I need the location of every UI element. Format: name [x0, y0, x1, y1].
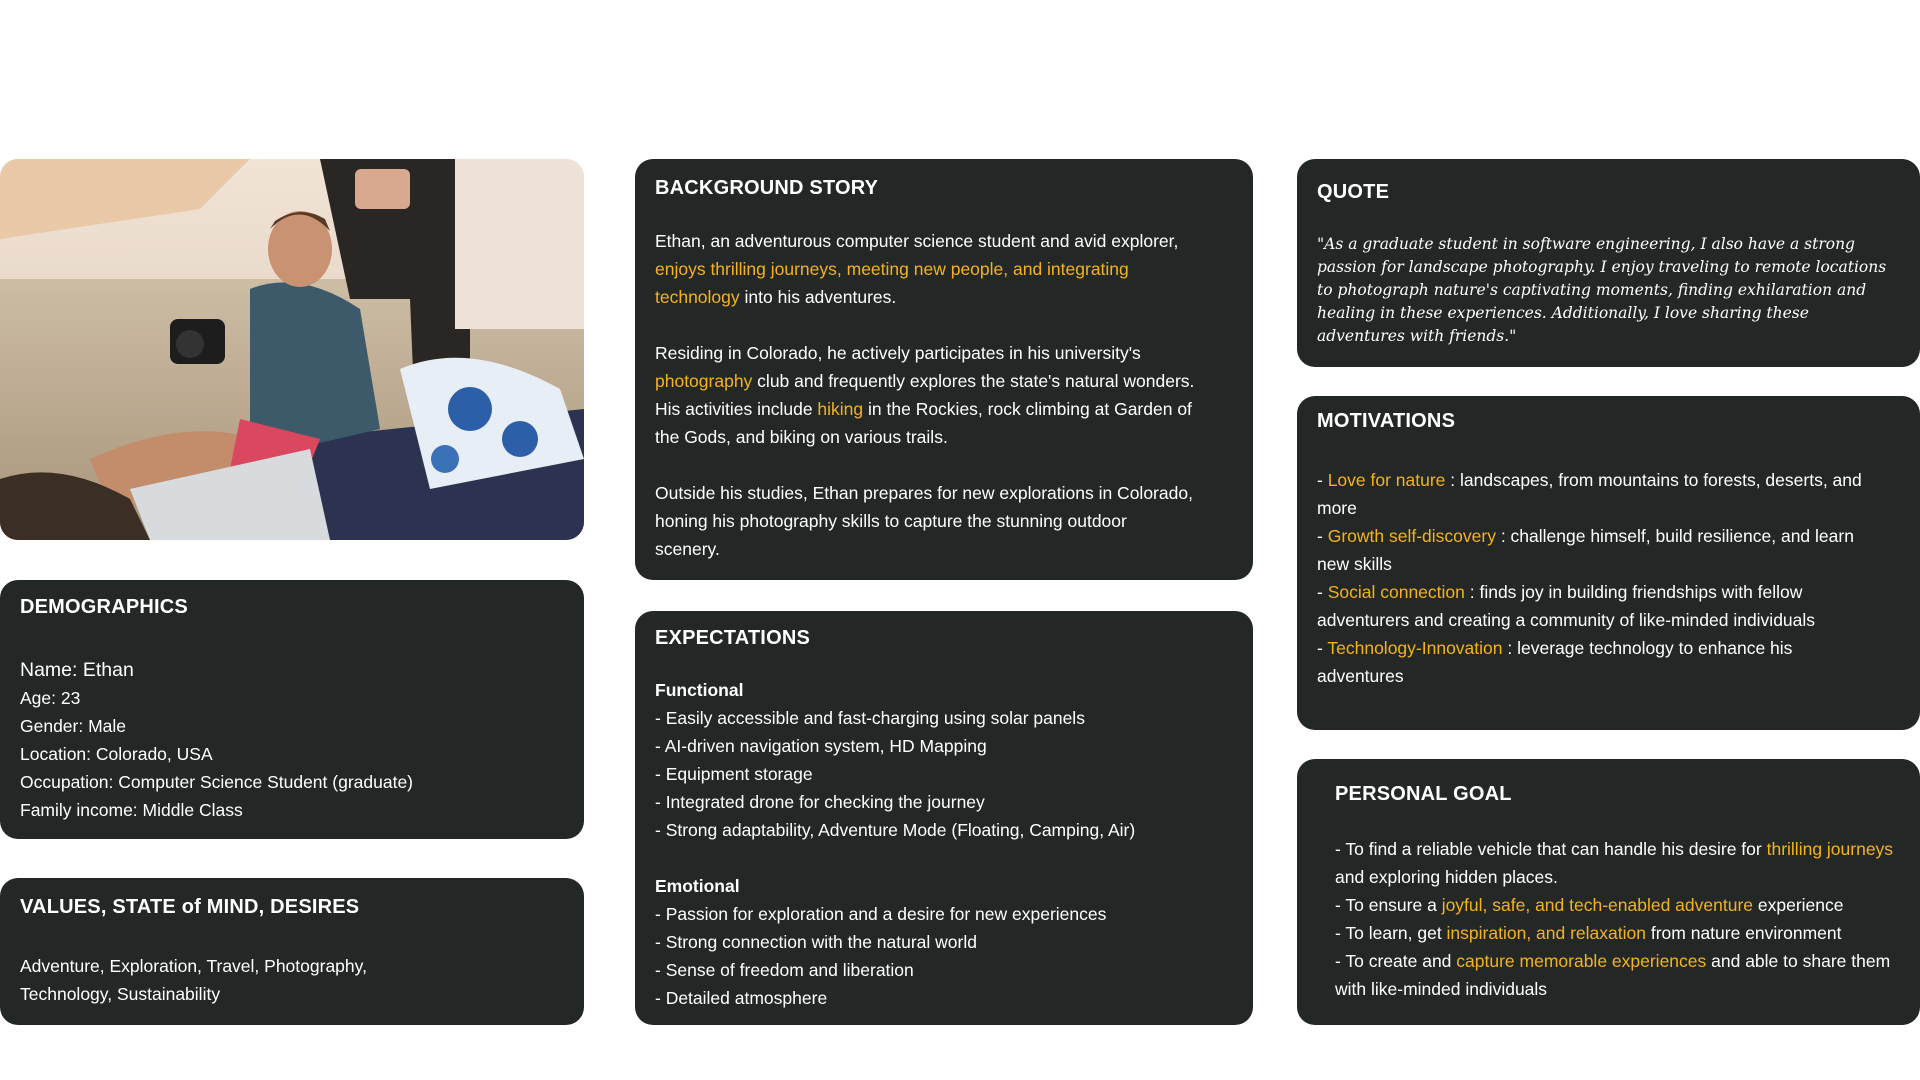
expectations-title: EXPECTATIONS	[655, 627, 811, 649]
expectations-spacer	[655, 844, 1245, 872]
expectations-functional-item: - Easily accessible and fast-charging us…	[655, 708, 1085, 728]
motivation-highlight: Growth self-discovery	[1327, 526, 1496, 546]
expectations-functional-item: - Equipment storage	[655, 764, 813, 784]
motivations-list: - Love for nature : landscapes, from mou…	[1317, 466, 1877, 690]
motivations-title: MOTIVATIONS	[1317, 410, 1456, 432]
background-story-text: Ethan, an adventurous computer science s…	[655, 227, 1195, 563]
demographics-location: Location: Colorado, USA	[20, 744, 213, 764]
background-story-card: BACKGROUND STORY Ethan, an adventurous c…	[635, 159, 1253, 580]
motivation-item: - Social connection : finds joy in build…	[1317, 578, 1877, 634]
expectations-list: Functional - Easily accessible and fast-…	[655, 676, 1245, 1012]
motivation-bullet: -	[1317, 582, 1328, 602]
background-p2-highlight-photography: photography	[655, 371, 753, 391]
motivation-bullet: -	[1317, 638, 1328, 658]
motivation-highlight: Love for nature	[1327, 470, 1446, 490]
expectations-functional-item: - Integrated drone for checking the jour…	[655, 792, 985, 812]
values-card: VALUES, STATE of MIND, DESIRES Adventure…	[0, 878, 584, 1025]
quote-title: QUOTE	[1317, 181, 1390, 203]
goal-highlight: inspiration, and relaxation	[1446, 923, 1646, 943]
expectations-functional-item: - AI-driven navigation system, HD Mappin…	[655, 736, 987, 756]
goal-text: - To create and	[1335, 951, 1457, 971]
quote-card: QUOTE "As a graduate student in software…	[1297, 159, 1920, 367]
demographics-list: Name: Ethan Age: 23 Gender: Male Locatio…	[20, 656, 570, 824]
motivation-highlight: Social connection	[1327, 582, 1465, 602]
background-story-title: BACKGROUND STORY	[655, 177, 879, 199]
persona-photo-illustration	[0, 159, 584, 540]
demographics-income: Family income: Middle Class	[20, 800, 243, 820]
values-line-1: Adventure, Exploration, Travel, Photogra…	[20, 956, 367, 976]
expectations-emotional-item: - Passion for exploration and a desire f…	[655, 904, 1107, 924]
motivation-bullet: -	[1317, 526, 1328, 546]
background-p1-text-a: Ethan, an adventurous computer science s…	[655, 231, 1179, 251]
personal-goal-list: - To find a reliable vehicle that can ha…	[1335, 835, 1895, 1003]
values-text: Adventure, Exploration, Travel, Photogra…	[20, 952, 570, 1008]
background-paragraph-1: Ethan, an adventurous computer science s…	[655, 227, 1195, 311]
background-paragraph-3: Outside his studies, Ethan prepares for …	[655, 483, 1193, 559]
expectations-emotional-item: - Strong connection with the natural wor…	[655, 932, 977, 952]
background-p2-text-a: Residing in Colorado, he actively partic…	[655, 343, 1141, 363]
goal-highlight: capture memorable experiences	[1456, 951, 1707, 971]
motivation-item: - Growth self-discovery : challenge hims…	[1317, 522, 1877, 578]
demographics-age: Age: 23	[20, 688, 81, 708]
motivation-item: - Technology-Innovation : leverage techn…	[1317, 634, 1877, 690]
goal-text: and exploring hidden places.	[1335, 867, 1558, 887]
personal-goal-card: PERSONAL GOAL - To find a reliable vehic…	[1297, 759, 1920, 1025]
expectations-emotional-item: - Sense of freedom and liberation	[655, 960, 914, 980]
demographics-name: Name: Ethan	[20, 659, 134, 681]
expectations-emotional-item: - Detailed atmosphere	[655, 988, 828, 1008]
goal-item: - To create and capture memorable experi…	[1335, 947, 1895, 1003]
background-p1-text-b: into his adventures.	[739, 287, 897, 307]
demographics-occupation: Occupation: Computer Science Student (gr…	[20, 772, 413, 792]
background-paragraph-2: Residing in Colorado, he actively partic…	[655, 339, 1195, 451]
values-title: VALUES, STATE of MIND, DESIRES	[20, 896, 360, 918]
demographics-gender: Gender: Male	[20, 716, 127, 736]
expectations-emotional-heading: Emotional	[655, 876, 740, 896]
goal-text: - To learn, get	[1335, 923, 1447, 943]
motivation-item: - Love for nature : landscapes, from mou…	[1317, 466, 1877, 522]
motivation-highlight: Technology-Innovation	[1327, 638, 1503, 658]
expectations-functional-item: - Strong adaptability, Adventure Mode (F…	[655, 820, 1136, 840]
demographics-title: DEMOGRAPHICS	[20, 596, 188, 618]
quote-text: "As a graduate student in software engin…	[1317, 235, 1887, 345]
expectations-card: EXPECTATIONS Functional - Easily accessi…	[635, 611, 1253, 1025]
goal-highlight: thrilling journeys	[1766, 839, 1894, 859]
personal-goal-title: PERSONAL GOAL	[1335, 783, 1512, 805]
demographics-card: DEMOGRAPHICS Name: Ethan Age: 23 Gender:…	[0, 580, 584, 839]
goal-item: - To ensure a joyful, safe, and tech-ena…	[1335, 891, 1895, 919]
goal-item: - To learn, get inspiration, and relaxat…	[1335, 919, 1895, 947]
goal-text: experience	[1753, 895, 1844, 915]
expectations-functional-heading: Functional	[655, 680, 744, 700]
motivations-card: MOTIVATIONS - Love for nature : landscap…	[1297, 396, 1920, 730]
goal-text: - To find a reliable vehicle that can ha…	[1335, 839, 1767, 859]
motivation-bullet: -	[1317, 470, 1328, 490]
goal-item: - To find a reliable vehicle that can ha…	[1335, 835, 1895, 891]
goal-text: from nature environment	[1645, 923, 1842, 943]
goal-highlight: joyful, safe, and tech-enabled adventure	[1441, 895, 1754, 915]
persona-photo	[0, 159, 584, 540]
values-line-2: Technology, Sustainability	[20, 984, 221, 1004]
goal-text: - To ensure a	[1335, 895, 1442, 915]
background-p2-highlight-hiking: hiking	[817, 399, 864, 419]
